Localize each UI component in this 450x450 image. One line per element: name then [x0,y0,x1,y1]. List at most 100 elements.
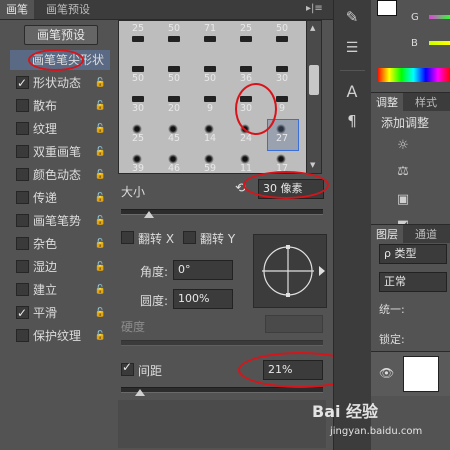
panel-tab-bar: 画笔 画笔预设 ▸|≡ [0,0,333,20]
flip-x-checkbox[interactable]: 翻转 X [121,230,174,247]
annotation-ellipse [235,83,277,135]
add-adjustment-label: 添加调整 [381,116,430,130]
brightness-icon[interactable]: ☼ [393,138,413,153]
brush-tip-cell[interactable] [233,34,259,60]
spacing-slider-thumb[interactable] [135,389,145,396]
tab-layers[interactable]: 图层 [371,225,403,244]
angle-roundness-preview[interactable] [253,234,327,308]
blend-mode-select[interactable]: 正常 [379,272,447,292]
brush-option[interactable]: 纹理 🔓 [10,119,110,139]
tool-strip: ✎ ☰ A ¶ [333,0,371,450]
watermark-site: jingyan.baidu.com [330,426,423,437]
panel-menu-icon[interactable]: ▸|≡ [306,3,323,14]
grid-scrollbar[interactable]: ▲ ▼ [306,20,322,174]
character-icon[interactable]: A [340,82,364,101]
lock-icon[interactable]: 🔓 [95,96,106,116]
option-checkbox[interactable] [16,328,29,342]
divider [340,70,365,71]
tab-style[interactable]: 样式 [411,93,441,112]
spacing-checkbox[interactable]: 间距 [121,360,162,379]
tab-brush[interactable]: 画笔 [0,0,34,19]
tab-brush-presets[interactable]: 画笔预设 [40,0,96,19]
lock-icon[interactable]: 🔓 [95,165,106,185]
brush-tip-cell[interactable] [161,34,187,60]
color-spectrum[interactable] [377,68,450,82]
brush-tip-shape [276,66,288,72]
angle-label: 角度: [140,265,169,279]
brush-option[interactable]: 双重画笔 🔓 [10,142,110,162]
foreground-swatch[interactable] [377,0,397,16]
option-checkbox[interactable] [16,144,29,158]
scrollbar-thumb[interactable] [309,65,319,95]
brush-option[interactable]: 画笔笔势 🔓 [10,211,110,231]
lock-icon[interactable]: 🔓 [95,234,106,254]
scroll-down-icon[interactable]: ▼ [310,161,315,169]
lock-icon[interactable]: 🔓 [95,119,106,139]
brush-panel-icon[interactable]: ✎ [340,8,364,26]
brush-presets-icon[interactable]: ☰ [340,40,364,56]
lock-icon[interactable]: 🔓 [95,188,106,208]
brush-size-label: 50 [203,73,217,84]
option-checkbox[interactable] [16,98,29,112]
lock-icon[interactable]: 🔓 [95,280,106,300]
option-checkbox[interactable] [16,121,29,135]
option-label: 传递 [33,191,58,205]
size-slider-thumb[interactable] [144,211,154,218]
brush-option[interactable]: 湿边 🔓 [10,257,110,277]
option-checkbox[interactable] [16,73,29,93]
flip-y-checkbox[interactable]: 翻转 Y [183,230,235,247]
option-checkbox[interactable] [16,236,29,250]
b-slider[interactable] [429,41,450,45]
brush-option[interactable]: 杂色 🔓 [10,234,110,254]
brush-size-label: 45 [167,133,181,144]
option-checkbox[interactable] [16,303,29,323]
layer-kind-filter[interactable]: ρ 类型 [379,244,447,264]
hardness-label: 硬度 [121,320,146,334]
option-label: 建立 [33,283,58,297]
unify-label: 统一: [379,303,405,316]
layer-row[interactable]: 👁 [371,351,450,396]
brush-size-label: 46 [167,163,181,174]
brush-tip-cell[interactable] [197,34,223,60]
brush-size-label: 25 [131,133,145,144]
option-checkbox[interactable] [16,167,29,181]
lock-icon[interactable]: 🔓 [95,73,106,93]
roundness-field[interactable]: 100% [173,289,233,309]
brush-presets-button[interactable]: 画笔预设 [24,25,98,45]
photo-filter-icon[interactable]: ▣ [393,192,413,207]
visibility-icon[interactable]: 👁 [379,366,394,380]
layers-tab-bar: 图层 通道 [371,224,450,244]
brush-size-label: 50 [167,73,181,84]
brush-tip-shape [204,66,216,72]
brush-option[interactable]: 散布 🔓 [10,96,110,116]
brush-option[interactable]: 颜色动态 🔓 [10,165,110,185]
balance-icon[interactable]: ⚖ [393,164,413,179]
brush-option[interactable]: 保护纹理 🔓 [10,326,110,346]
option-checkbox[interactable] [16,259,29,273]
layer-thumbnail[interactable] [403,356,439,392]
lock-icon[interactable]: 🔓 [95,326,106,346]
brush-tip-shape [132,66,144,72]
brush-option[interactable]: 形状动态 🔓 [10,73,110,93]
option-checkbox[interactable] [16,190,29,204]
brush-option[interactable]: 传递 🔓 [10,188,110,208]
angle-field[interactable]: 0° [173,260,233,280]
brush-option[interactable]: 平滑 🔓 [10,303,110,323]
tab-channels[interactable]: 通道 [411,225,441,244]
lock-icon[interactable]: 🔓 [95,303,106,323]
lock-icon[interactable]: 🔓 [95,211,106,231]
brush-option[interactable]: 建立 🔓 [10,280,110,300]
brush-tip-cell[interactable] [269,34,295,60]
brush-tip-shape [168,36,180,42]
scroll-up-icon[interactable]: ▲ [310,24,315,32]
tab-adjust[interactable]: 调整 [371,93,403,112]
brush-size-label: 11 [239,163,253,174]
lock-icon[interactable]: 🔓 [95,257,106,277]
option-checkbox[interactable] [16,282,29,296]
watermark-brand: Bai 经验 [312,402,379,421]
g-slider[interactable] [429,15,450,19]
lock-icon[interactable]: 🔓 [95,142,106,162]
option-checkbox[interactable] [16,213,29,227]
paragraph-icon[interactable]: ¶ [340,112,364,130]
brush-tip-cell[interactable] [125,34,151,60]
